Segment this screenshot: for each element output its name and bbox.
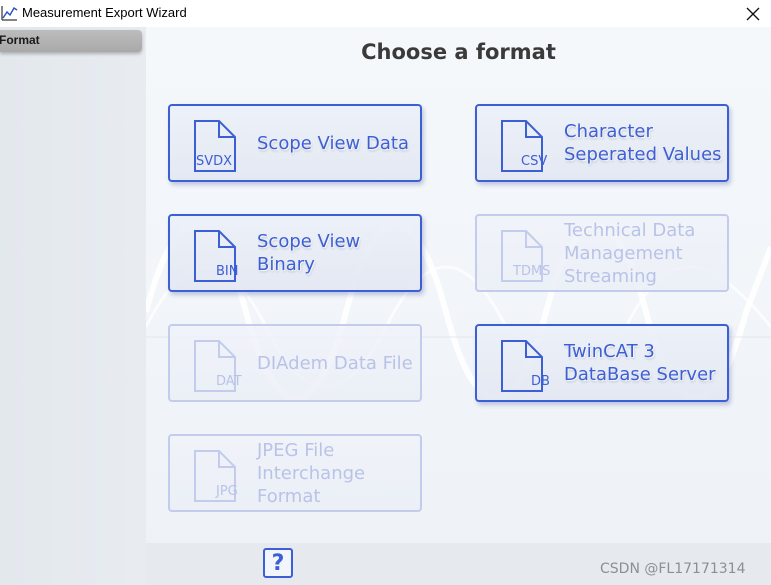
format-svdx-button[interactable]: SVDX Scope View Data: [168, 104, 422, 182]
format-label: Scope View Binary: [257, 231, 361, 275]
close-icon: [746, 7, 760, 20]
format-db-button[interactable]: DB TwinCAT 3 DataBase Server: [475, 324, 729, 402]
format-extension: SVDX: [196, 154, 233, 169]
wizard-body: Format Choose a format SVDX Scope View D…: [0, 27, 771, 585]
format-label: JPEG File Interchange Format: [257, 439, 366, 507]
page-heading: Choose a format: [361, 40, 556, 64]
format-dat-button: DAT DIAdem Data File: [168, 324, 422, 402]
help-button[interactable]: ?: [263, 548, 293, 578]
format-label: Technical Data Management Streaming: [564, 219, 696, 287]
sidebar: Format: [0, 27, 146, 585]
format-label: Character Seperated Values: [564, 121, 722, 165]
format-tdms-button: TDMS Technical Data Management Streaming: [475, 214, 729, 292]
watermark: CSDN @FL17171314: [600, 561, 746, 577]
sidebar-item-format[interactable]: Format: [0, 30, 142, 52]
sidebar-item-label: Format: [0, 33, 40, 47]
title-bar: Measurement Export Wizard: [0, 0, 771, 27]
format-extension: TDMS: [513, 264, 551, 279]
chart-line-icon: [1, 6, 18, 21]
close-button[interactable]: [735, 0, 771, 27]
window-title: Measurement Export Wizard: [22, 5, 187, 20]
format-csv-button[interactable]: CSV Character Seperated Values: [475, 104, 729, 182]
format-label: Scope View Data: [257, 132, 409, 154]
format-label: DIAdem Data File: [257, 352, 413, 374]
format-bin-button[interactable]: BIN Scope View Binary: [168, 214, 422, 292]
format-label: TwinCAT 3 DataBase Server: [564, 341, 716, 385]
format-jpg-button: JPG JPEG File Interchange Format: [168, 434, 422, 512]
